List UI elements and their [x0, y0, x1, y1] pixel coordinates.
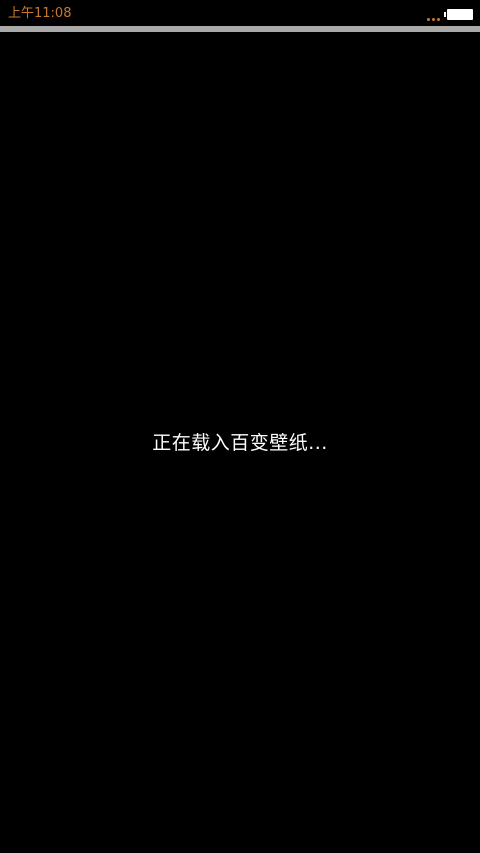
status-bar: 上午11:08 — [0, 0, 480, 26]
status-icons — [427, 7, 473, 21]
status-time: 上午11:08 — [8, 6, 72, 21]
loading-message: 正在载入百变壁纸... — [152, 432, 328, 454]
signal-dots-icon — [427, 9, 440, 21]
battery-icon — [444, 8, 473, 20]
